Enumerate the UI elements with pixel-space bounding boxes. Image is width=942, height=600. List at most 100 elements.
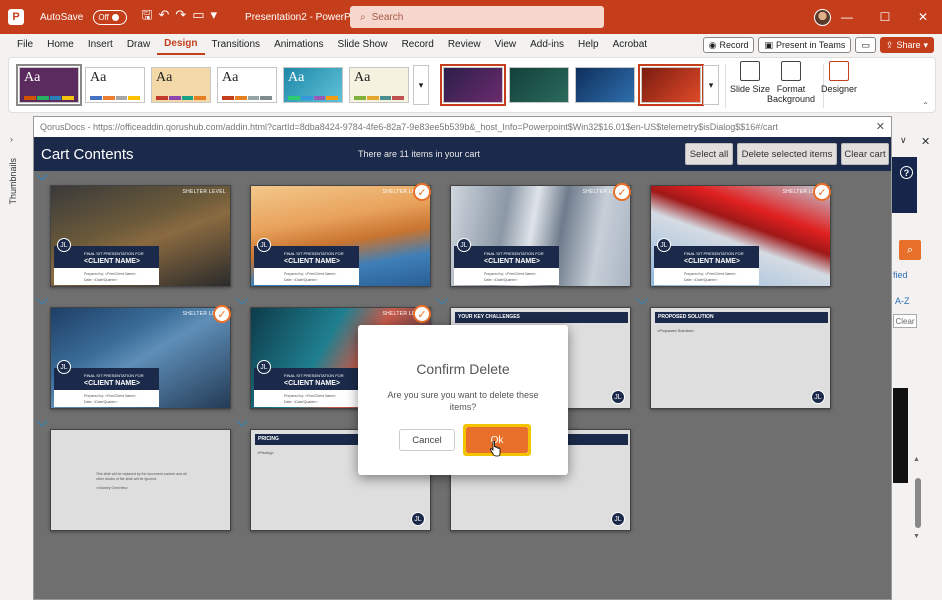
share-button[interactable]: ⇪ Share ▾ xyxy=(879,37,934,53)
collapse-ribbon-icon[interactable]: ⌃ xyxy=(922,101,929,110)
clear-cart-button[interactable]: Clear cart xyxy=(841,143,889,165)
slide-logo-icon: JL xyxy=(611,390,625,404)
theme-option-1[interactable]: Aa xyxy=(16,64,82,106)
comments-button[interactable]: ▭ xyxy=(855,37,876,53)
quick-access-toolbar[interactable]: 🖫↶↷▭▾ xyxy=(141,6,223,28)
tab-view[interactable]: View xyxy=(488,34,524,56)
variant-option-3[interactable] xyxy=(575,67,635,103)
slide-size-icon xyxy=(740,61,760,81)
tab-record[interactable]: Record xyxy=(395,34,441,56)
cart-slide-1[interactable]: SHELTER LEVEL FINAL SIT PRESENTATION FOR… xyxy=(50,185,231,287)
tab-design[interactable]: Design xyxy=(157,35,205,55)
pane-close-icon[interactable]: ✕ xyxy=(921,135,930,148)
selected-check-icon[interactable]: ✓ xyxy=(413,183,431,201)
slide-heading: YOUR KEY CHALLENGES xyxy=(455,312,628,323)
dialog-titlebar: QorusDocs - https://officeaddin.qorushub… xyxy=(34,117,891,137)
tab-draw[interactable]: Draw xyxy=(120,34,157,56)
variant-option-2[interactable] xyxy=(509,67,569,103)
tab-add-ins[interactable]: Add-ins xyxy=(523,34,571,56)
selected-check-icon[interactable]: ✓ xyxy=(413,305,431,323)
client-name: <CLIENT NAME> xyxy=(84,258,141,265)
autosave-toggle[interactable]: Off xyxy=(93,9,128,25)
theme-option-4[interactable]: Aa xyxy=(217,67,277,103)
select-all-button[interactable]: Select all xyxy=(685,143,733,165)
title-card: FINAL SIT PRESENTATION FOR <CLIENT NAME> P… xyxy=(254,368,359,407)
design-ribbon: Aa Aa Aa Aa Aa Aa ▾ ▾ Slide Size Format … xyxy=(8,57,936,113)
tab-transitions[interactable]: Transitions xyxy=(205,34,268,56)
tab-help[interactable]: Help xyxy=(571,34,606,56)
drag-handle-icon[interactable] xyxy=(636,293,648,305)
slide-logo-icon: JL xyxy=(657,238,671,252)
theme-label: Aa xyxy=(354,70,371,85)
themes-more-button[interactable]: ▾ xyxy=(413,65,429,105)
selected-check-icon[interactable]: ✓ xyxy=(813,183,831,201)
pane-clear-button[interactable]: Clear xyxy=(893,314,917,328)
chevron-down-icon: ▾ xyxy=(418,79,424,90)
delete-selected-button[interactable]: Delete selected items xyxy=(737,143,837,165)
sort-a-z[interactable]: A-Z xyxy=(895,296,910,306)
thumbnails-label[interactable]: Thumbnails xyxy=(8,158,18,205)
search-icon: ⌕ xyxy=(906,243,914,256)
scroll-up-icon[interactable]: ▲ xyxy=(913,456,920,463)
scroll-down-icon[interactable]: ▼ xyxy=(913,533,920,540)
thumbnails-pane: › Thumbnails xyxy=(0,118,30,600)
pane-scrollbar[interactable] xyxy=(915,478,921,528)
theme-option-3[interactable]: Aa xyxy=(151,67,211,103)
slide-body: <Proposed Solution> xyxy=(657,328,695,333)
title-bar: P AutoSave Off 🖫↶↷▭▾ Presentation2 - Pow… xyxy=(0,0,942,34)
theme-option-5[interactable]: Aa xyxy=(283,67,343,103)
tab-acrobat[interactable]: Acrobat xyxy=(606,34,654,56)
format-background-label: Format Background xyxy=(766,84,816,104)
theme-label: Aa xyxy=(24,70,41,85)
cart-slide-3[interactable]: SHELTER LEVEL FINAL SIT PRESENTATION FOR… xyxy=(450,185,631,287)
drag-handle-icon[interactable] xyxy=(436,293,448,305)
tab-review[interactable]: Review xyxy=(441,34,488,56)
present-label: Present in Teams xyxy=(776,40,846,50)
toggle-knob-icon xyxy=(111,13,119,21)
minimize-icon[interactable]: — xyxy=(828,0,866,34)
close-icon[interactable]: ✕ xyxy=(904,0,942,34)
chevron-down-icon[interactable]: ∨ xyxy=(900,135,907,146)
tab-insert[interactable]: Insert xyxy=(81,34,120,56)
tab-home[interactable]: Home xyxy=(40,34,81,56)
selected-check-icon[interactable]: ✓ xyxy=(613,183,631,201)
theme-option-2[interactable]: Aa xyxy=(85,67,145,103)
modified-filter[interactable]: fied xyxy=(893,270,908,280)
client-name: <CLIENT NAME> xyxy=(284,258,341,265)
chevron-right-icon[interactable]: › xyxy=(10,134,13,144)
drag-handle-icon[interactable] xyxy=(36,169,48,181)
search-box[interactable]: ⌕ Search xyxy=(350,6,604,28)
drag-handle-icon[interactable] xyxy=(36,415,48,427)
present-in-teams-button[interactable]: ▣ Present in Teams xyxy=(758,37,852,53)
tab-animations[interactable]: Animations xyxy=(267,34,330,56)
format-background-button[interactable]: Format Background xyxy=(761,61,821,111)
variant-option-4[interactable] xyxy=(638,64,704,106)
designer-button[interactable]: Designer xyxy=(815,61,863,111)
cancel-button[interactable]: Cancel xyxy=(399,429,455,451)
cart-slide-9[interactable]: This slide will be replaced by the docum… xyxy=(50,429,231,531)
drag-handle-icon[interactable] xyxy=(36,293,48,305)
maximize-icon[interactable]: ☐ xyxy=(866,0,904,34)
drag-handle-icon[interactable] xyxy=(236,293,248,305)
pane-search-button[interactable]: ⌕ xyxy=(899,240,921,260)
cart-slide-4[interactable]: SHELTER LEVEL FINAL SIT PRESENTATION FOR… xyxy=(650,185,831,287)
record-button[interactable]: ◉ Record xyxy=(702,37,755,53)
record-label: Record xyxy=(719,40,749,50)
variant-option-1[interactable] xyxy=(440,64,506,106)
tab-file[interactable]: File xyxy=(10,34,40,56)
cart-slide-5[interactable]: SHELTER LEVEL FINAL SIT PRESENTATION FOR… xyxy=(50,307,231,409)
drag-handle-icon[interactable] xyxy=(236,415,248,427)
dialog-close-icon[interactable]: ✕ xyxy=(876,120,885,133)
cart-slide-2[interactable]: SHELTER LEVEL FINAL SIT PRESENTATION FOR… xyxy=(250,185,431,287)
tab-slide-show[interactable]: Slide Show xyxy=(331,34,395,56)
search-placeholder: Search xyxy=(371,11,404,23)
search-icon: ⌕ xyxy=(360,11,366,23)
selected-check-icon[interactable]: ✓ xyxy=(213,305,231,323)
variants-more-button[interactable]: ▾ xyxy=(703,65,719,105)
title-card: FINAL SIT PRESENTATION FOR <CLIENT NAME> P… xyxy=(654,246,759,285)
modal-message: Are you sure you want to delete these it… xyxy=(387,390,539,412)
theme-option-6[interactable]: Aa xyxy=(349,67,409,103)
help-icon[interactable]: ? xyxy=(900,166,913,179)
cart-slide-8[interactable]: PROPOSED SOLUTION <Proposed Solution> JL xyxy=(650,307,831,409)
autosave-label: AutoSave xyxy=(40,11,84,23)
